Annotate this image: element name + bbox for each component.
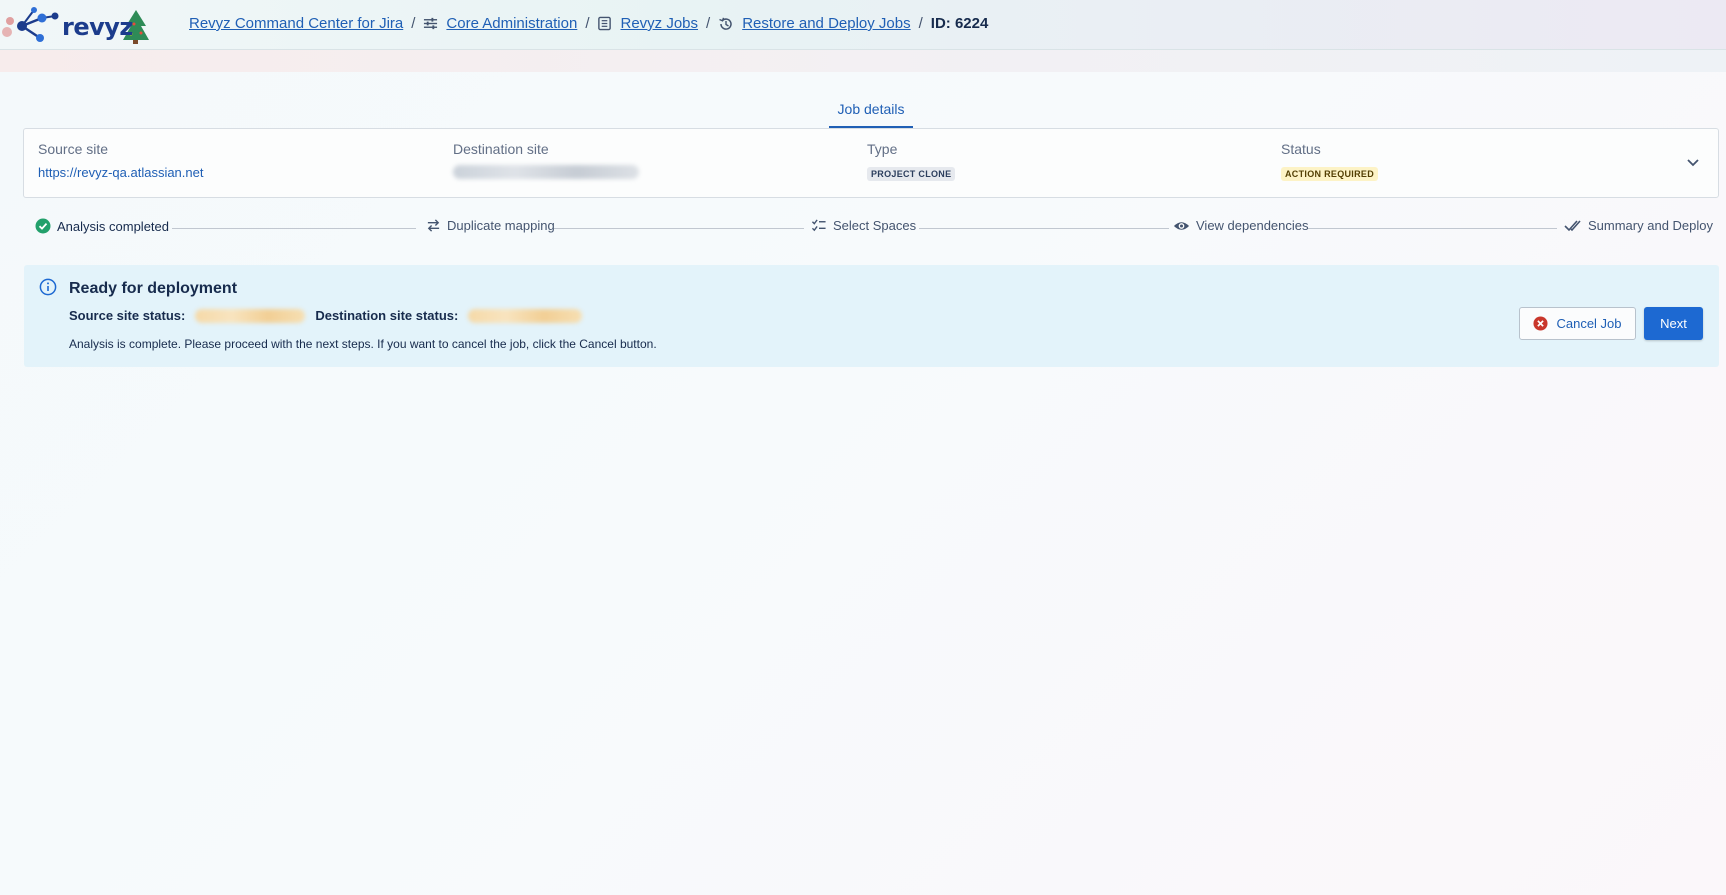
step-duplicate-mapping[interactable]: Duplicate mapping — [426, 218, 555, 233]
source-status-redacted — [195, 308, 306, 323]
site-status-line: Source site status: Destination site sta… — [69, 308, 592, 323]
step-connector — [1307, 228, 1557, 229]
deployment-ready-banner: Ready for deployment Source site status:… — [24, 265, 1719, 367]
job-details-card: Source site https://revyz-qa.atlassian.n… — [23, 128, 1719, 198]
check-circle-icon — [35, 218, 51, 234]
step-view-dependencies[interactable]: View dependencies — [1173, 218, 1309, 233]
breadcrumb-separator: / — [411, 15, 416, 32]
source-site-label: Source site — [38, 141, 109, 157]
status-label: Status — [1281, 141, 1321, 157]
list-icon — [597, 16, 612, 31]
status-column: Status ACTION REQUIRED — [1281, 141, 1379, 181]
header-accent-strip — [0, 50, 1726, 72]
breadcrumb-core-administration[interactable]: Core Administration — [423, 15, 577, 32]
cancel-circle-icon — [1533, 316, 1548, 331]
source-site-column: Source site https://revyz-qa.atlassian.n… — [38, 141, 203, 180]
breadcrumb-current-job-id: ID: 6224 — [930, 15, 989, 32]
banner-message: Analysis is complete. Please proceed wit… — [69, 337, 657, 351]
cancel-job-button[interactable]: Cancel Job — [1519, 307, 1636, 340]
breadcrumb-revyz-jobs[interactable]: Revyz Jobs — [597, 15, 698, 32]
step-label: Analysis completed — [57, 218, 169, 234]
step-summary-and-deploy[interactable]: Summary and Deploy — [1564, 218, 1713, 233]
breadcrumb: Revyz Command Center for Jira / Core Adm… — [189, 15, 988, 32]
progress-stepper: Analysis completed Duplicate mapping Sel… — [35, 218, 1713, 238]
destination-site-label: Destination site — [453, 141, 549, 157]
breadcrumb-separator: / — [918, 15, 923, 32]
breadcrumb-command-center[interactable]: Revyz Command Center for Jira — [189, 15, 403, 32]
breadcrumb-restore-deploy-jobs[interactable]: Restore and Deploy Jobs — [718, 15, 911, 32]
history-icon — [718, 16, 734, 32]
step-connector — [554, 228, 804, 229]
step-select-spaces[interactable]: Select Spaces — [811, 218, 916, 233]
breadcrumb-separator: / — [706, 15, 711, 32]
destination-site-redacted — [453, 165, 639, 179]
next-button[interactable]: Next — [1644, 307, 1703, 340]
breadcrumb-label: Revyz Jobs — [620, 15, 699, 32]
banner-title: Ready for deployment — [69, 280, 238, 297]
status-lozenge: ACTION REQUIRED — [1281, 167, 1379, 181]
destination-status-redacted — [468, 308, 583, 323]
cancel-job-label: Cancel Job — [1556, 316, 1622, 331]
type-column: Type PROJECT CLONE — [867, 141, 956, 181]
destination-status-label: Destination site status: — [315, 308, 459, 323]
destination-site-column: Destination site — [453, 141, 639, 182]
tab-job-details[interactable]: Job details — [829, 94, 913, 128]
step-label: Duplicate mapping — [447, 218, 555, 233]
sliders-icon — [423, 16, 438, 31]
breadcrumb-separator: / — [585, 15, 590, 32]
step-connector — [172, 228, 416, 229]
breadcrumb-label: Revyz Command Center for Jira — [189, 15, 404, 32]
breadcrumb-label: Core Administration — [446, 15, 578, 32]
revyz-logo[interactable]: revyz — [0, 4, 160, 46]
swap-icon — [426, 218, 441, 233]
info-icon — [39, 278, 57, 301]
step-label: View dependencies — [1196, 218, 1309, 233]
type-lozenge: PROJECT CLONE — [867, 167, 956, 181]
step-analysis-completed[interactable]: Analysis completed — [35, 218, 169, 234]
type-label: Type — [867, 141, 898, 157]
chevron-down-icon[interactable] — [1686, 155, 1700, 174]
eye-icon — [1173, 219, 1190, 233]
step-label: Select Spaces — [833, 218, 917, 233]
step-connector — [919, 228, 1169, 229]
step-label: Summary and Deploy — [1588, 218, 1713, 233]
double-check-icon — [1564, 219, 1582, 233]
logo-text: revyz — [62, 13, 133, 41]
source-site-link[interactable]: https://revyz-qa.atlassian.net — [38, 165, 203, 180]
checklist-icon — [811, 218, 827, 233]
source-status-label: Source site status: — [69, 308, 186, 323]
breadcrumb-label: Restore and Deploy Jobs — [742, 15, 911, 32]
top-navigation-bar: revyz Revyz Command Center for Jira / Co… — [0, 0, 1726, 50]
